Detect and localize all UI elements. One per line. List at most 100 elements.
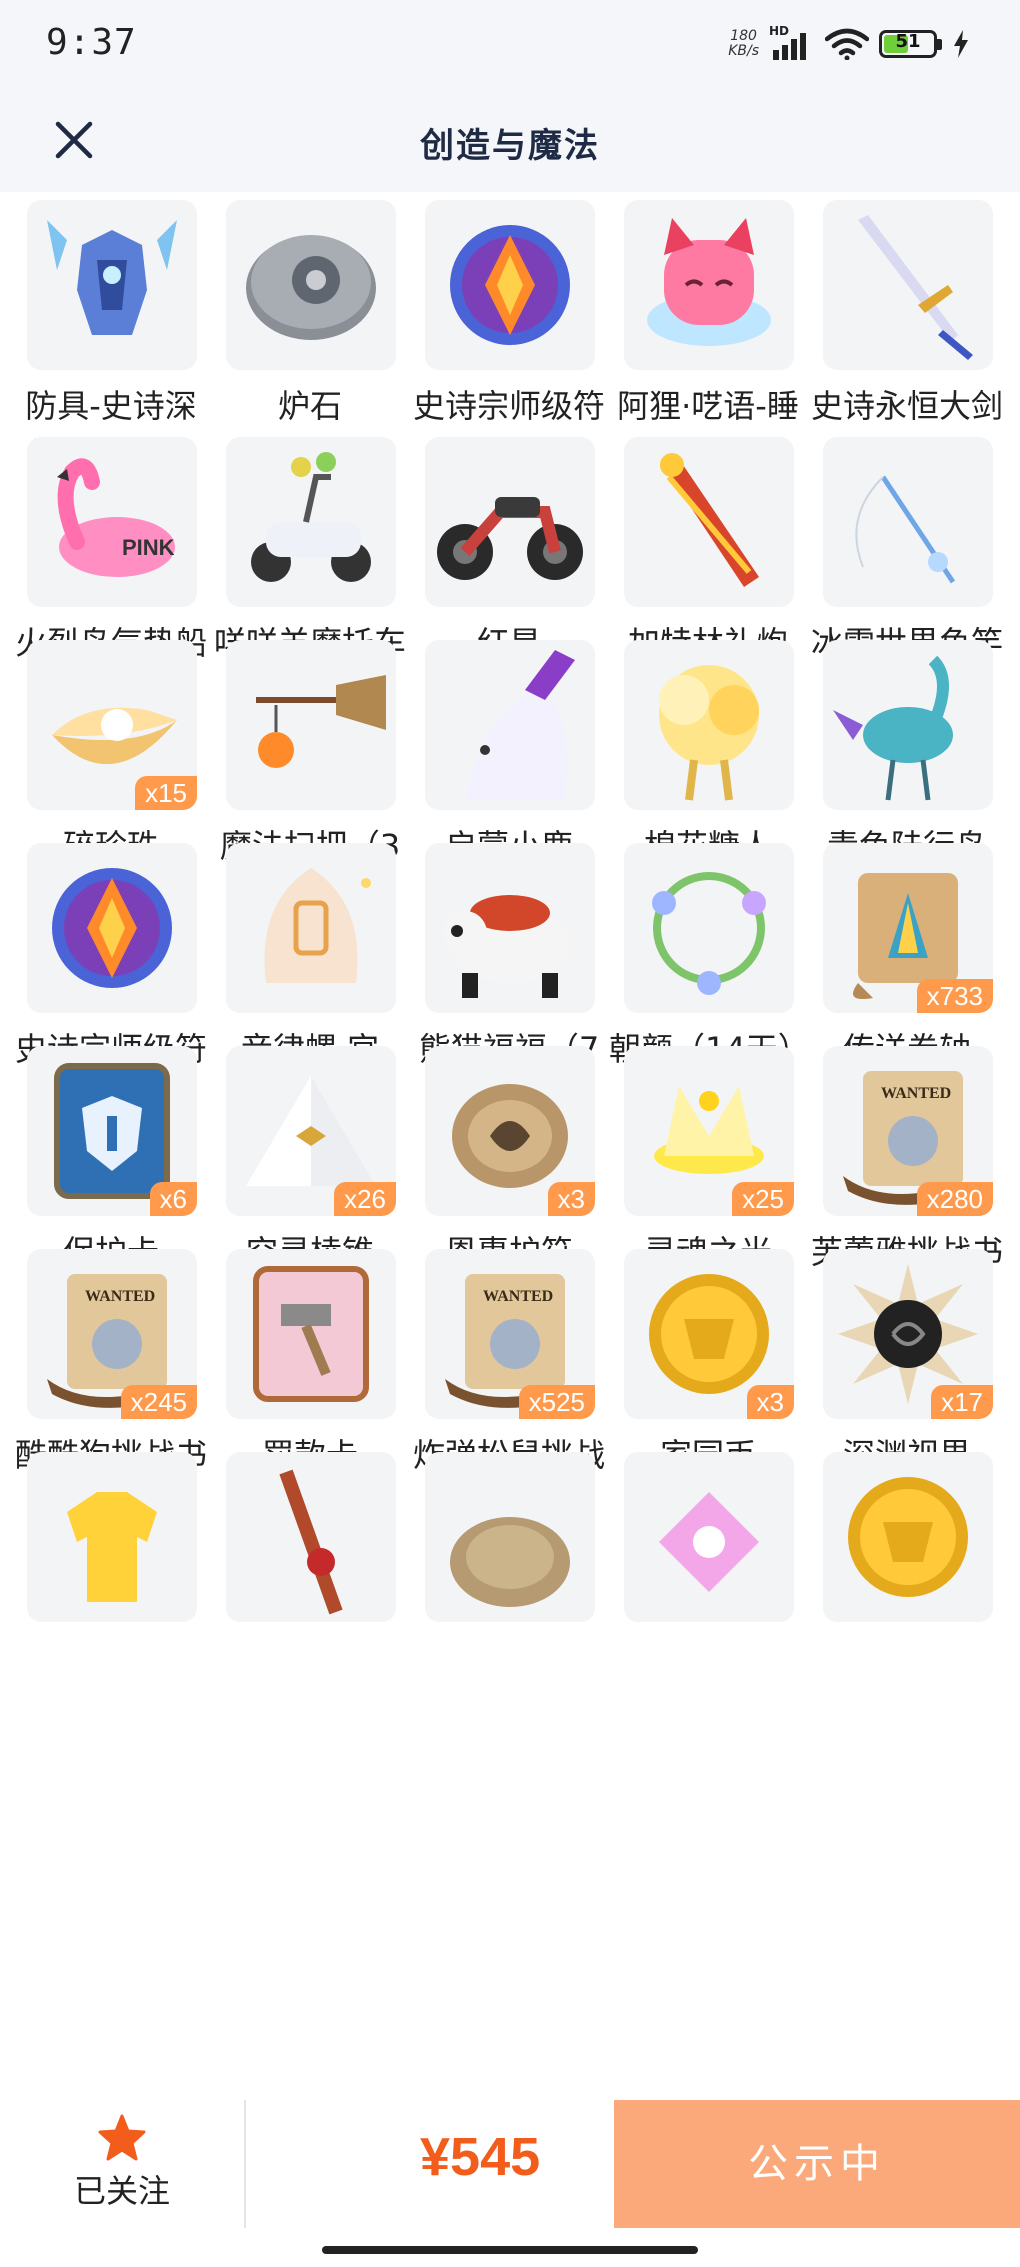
item-image: WANTED x280: [823, 1046, 993, 1216]
item-image: WANTED x245: [27, 1249, 197, 1419]
item-image: [624, 200, 794, 370]
magic-broom-icon: [256, 675, 386, 768]
charging-icon: [954, 30, 968, 58]
item-card[interactable]: WANTEDx280芙蕾雅挑战书: [808, 1046, 1006, 1276]
hammer-card-icon: [253, 1266, 369, 1402]
stone-disc-icon: [450, 1517, 570, 1607]
svg-text:PINK: PINK: [122, 535, 175, 560]
item-card[interactable]: 启蒙小鹿: [410, 640, 608, 870]
item-card[interactable]: 阿狸·呓语-睡袋: [609, 200, 807, 473]
item-card[interactable]: PINK火烈鸟气垫船: [12, 437, 210, 667]
item-card[interactable]: 史诗宗师级符文石: [410, 200, 608, 473]
item-image: [226, 437, 396, 607]
item-card[interactable]: 青色陆行鸟（7天）: [808, 640, 1006, 913]
item-image: [226, 843, 396, 1013]
item-card[interactable]: x25灵魂之光: [609, 1046, 807, 1276]
battery-icon: 51: [879, 30, 942, 58]
item-card[interactable]: 朝颜（14天）: [609, 843, 810, 1073]
item-image: [624, 640, 794, 810]
item-card[interactable]: x17深渊视界: [808, 1249, 1006, 1479]
item-name: 史诗永恒大剑: [810, 387, 1003, 425]
item-image: x733: [823, 843, 993, 1013]
cotton-candy-icon: [659, 665, 759, 801]
status-bar: 9:37 180 KB/s HD 51: [0, 0, 1020, 90]
deer-icon: [465, 650, 575, 800]
item-image: PINK: [27, 437, 197, 607]
item-card[interactable]: 熊猫福福（7天）: [410, 843, 608, 1116]
item-card[interactable]: 魔法扫把（3天）: [211, 640, 409, 913]
item-card[interactable]: x26空灵棱锥: [211, 1046, 409, 1276]
item-card[interactable]: 罚款卡: [211, 1249, 409, 1479]
status-button[interactable]: 公示中: [614, 2100, 1020, 2228]
quantity-badge: x6: [149, 1182, 197, 1216]
item-card[interactable]: [211, 1452, 409, 1682]
item-card[interactable]: 冰雪世界鱼竿: [808, 437, 1006, 667]
star-icon: [98, 2114, 146, 2161]
motorcycle-icon: [437, 497, 583, 580]
item-card[interactable]: x3恩惠护符: [410, 1046, 608, 1276]
page-title: 创造与魔法: [420, 126, 600, 166]
home-indicator[interactable]: [322, 2246, 698, 2254]
quantity-badge: x245: [120, 1385, 197, 1419]
quantity-badge: x280: [916, 1182, 993, 1216]
item-card[interactable]: x6保护卡: [12, 1046, 210, 1276]
quantity-badge: x15: [135, 776, 197, 810]
item-card[interactable]: 棉花糖人: [609, 640, 807, 870]
status-indicators: 180 KB/s HD 51: [728, 24, 970, 60]
yellow-shirt-icon: [67, 1492, 157, 1602]
item-image: x3: [624, 1249, 794, 1419]
item-card[interactable]: WANTEDx245酷酷狗挑战书: [12, 1249, 210, 1479]
item-card[interactable]: 加特林礼炮: [609, 437, 807, 667]
quantity-badge: x26: [334, 1182, 396, 1216]
rune-stone-icon: [52, 868, 172, 988]
item-card[interactable]: 史诗宗师级符文石: [12, 843, 210, 1116]
quantity-badge: x17: [931, 1385, 993, 1419]
item-image: x6: [27, 1046, 197, 1216]
item-image: [425, 437, 595, 607]
item-card[interactable]: 史诗永恒大剑: [808, 200, 1006, 430]
item-image: [425, 640, 595, 810]
item-image: [425, 200, 595, 370]
price-label: ¥545: [420, 2127, 541, 2187]
gold-coin-icon: [848, 1477, 968, 1597]
blue-bird-mount-icon: [833, 655, 953, 801]
item-image: [27, 843, 197, 1013]
item-image: x17: [823, 1249, 993, 1419]
rune-stone-icon: [450, 225, 570, 345]
item-card[interactable]: x733传送卷轴: [808, 843, 1006, 1073]
flamingo-float-icon: PINK: [57, 458, 175, 577]
item-card[interactable]: 炉石: [211, 200, 409, 430]
nav-bar: 创造与魔法: [0, 90, 1020, 192]
item-grid: 防具-史诗深渊瓦雷亚铠炉石史诗宗师级符文石阿狸·呓语-睡袋史诗永恒大剑PINK火…: [0, 192, 1020, 2100]
item-image: [823, 200, 993, 370]
conch-icon: [264, 868, 371, 983]
item-image: [823, 437, 993, 607]
item-image: [425, 843, 595, 1013]
item-card[interactable]: WANTEDx525炸弹松鼠挑战书: [410, 1249, 608, 1522]
item-card[interactable]: 防具-史诗深渊瓦雷亚铠: [12, 200, 210, 473]
item-image: [624, 1452, 794, 1622]
status-time: 9:37: [46, 22, 137, 63]
quantity-badge: x3: [547, 1182, 595, 1216]
item-image: [425, 1452, 595, 1622]
item-image: x3: [425, 1046, 595, 1216]
svg-text:WANTED: WANTED: [85, 1288, 155, 1305]
item-card[interactable]: [12, 1452, 210, 1682]
item-card[interactable]: [410, 1452, 608, 1682]
item-card[interactable]: 红星: [410, 437, 608, 667]
quantity-badge: x733: [916, 979, 993, 1013]
item-image: [226, 640, 396, 810]
sheep-scooter-icon: [251, 452, 371, 582]
item-card[interactable]: [609, 1452, 807, 1682]
item-image: [823, 1452, 993, 1622]
item-card[interactable]: [808, 1452, 1006, 1682]
follow-button[interactable]: 已关注: [42, 2114, 202, 2214]
item-card[interactable]: 音律螺·宫: [211, 843, 409, 1073]
hearthstone-icon: [246, 235, 376, 340]
red-wand-icon: [279, 1469, 343, 1615]
morning-glory-wreath-icon: [652, 872, 766, 995]
item-card[interactable]: 咩咩羊摩托车: [211, 437, 409, 667]
item-card[interactable]: x3家园币: [609, 1249, 807, 1479]
item-card[interactable]: x15碎珍珠: [12, 640, 210, 870]
follow-label: 已关注: [73, 2172, 170, 2210]
